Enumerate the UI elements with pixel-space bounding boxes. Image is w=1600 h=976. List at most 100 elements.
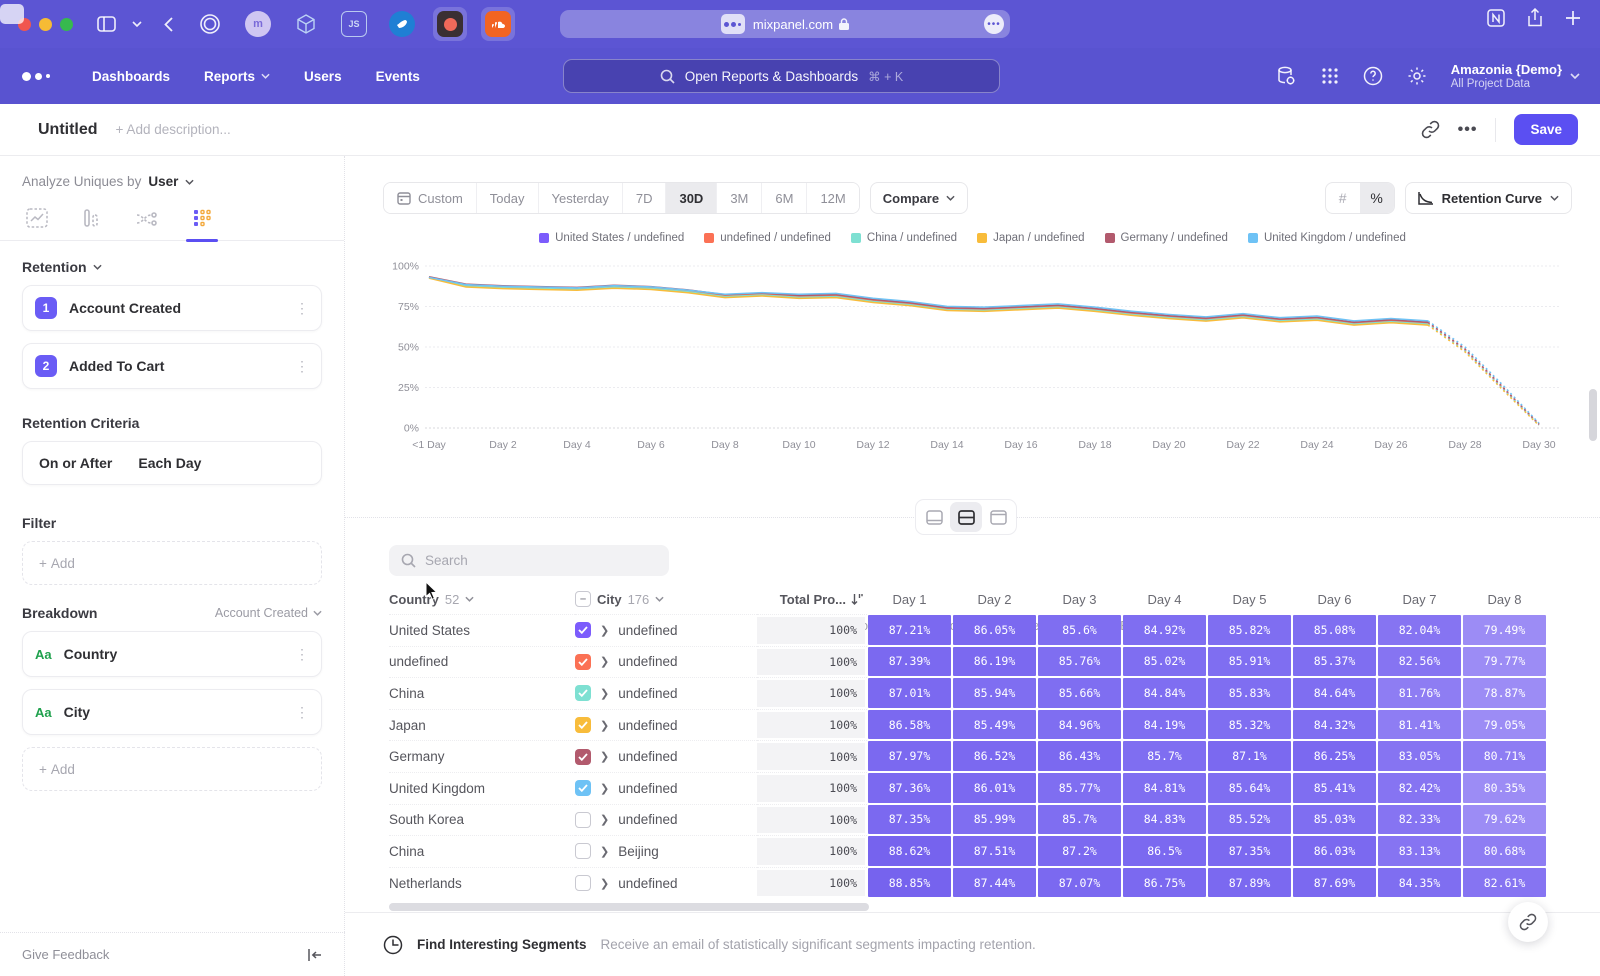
copy-link-icon[interactable] xyxy=(1421,120,1440,139)
retention-cell[interactable]: 88.62% xyxy=(867,835,952,867)
retention-cell[interactable]: 84.32% xyxy=(1292,709,1377,741)
criteria-type[interactable]: On or After xyxy=(39,455,112,471)
cube-extension-icon[interactable] xyxy=(289,7,323,41)
country-cell[interactable]: United States xyxy=(389,614,575,646)
country-cell[interactable]: China xyxy=(389,677,575,709)
retention-cell[interactable]: 79.62% xyxy=(1462,804,1547,836)
expand-chevron-icon[interactable]: ❯ xyxy=(600,655,609,668)
retention-cell[interactable]: 86.01% xyxy=(952,772,1037,804)
expand-chevron-icon[interactable]: ❯ xyxy=(600,687,609,700)
day-column-header[interactable]: Day 4 xyxy=(1122,592,1207,607)
retention-cell[interactable]: 78.87% xyxy=(1462,677,1547,709)
day-column-header[interactable]: Day 5 xyxy=(1207,592,1292,607)
expand-chevron-icon[interactable]: ❯ xyxy=(600,719,609,732)
retention-cell[interactable]: 86.5% xyxy=(1122,835,1207,867)
percent-mode-button[interactable]: % xyxy=(1360,183,1394,213)
retention-cell[interactable]: 83.05% xyxy=(1377,740,1462,772)
settings-gear-icon[interactable] xyxy=(1407,66,1427,86)
expand-chevron-icon[interactable]: ❯ xyxy=(600,813,609,826)
country-cell[interactable]: China xyxy=(389,835,575,867)
country-column-header[interactable]: Country 52 xyxy=(389,592,575,607)
city-column-header[interactable]: – City 176 xyxy=(575,591,757,607)
retention-cell[interactable]: 80.71% xyxy=(1462,740,1547,772)
retention-cell[interactable]: 85.83% xyxy=(1207,677,1292,709)
retention-cell[interactable]: 83.13% xyxy=(1377,835,1462,867)
expand-chevron-icon[interactable]: ❯ xyxy=(600,624,609,637)
retention-cell[interactable]: 85.64% xyxy=(1207,772,1292,804)
retention-cell[interactable]: 84.96% xyxy=(1037,709,1122,741)
minimize-window-button[interactable] xyxy=(39,18,52,31)
row-checkbox[interactable] xyxy=(575,717,591,733)
retention-cell[interactable]: 87.2% xyxy=(1037,835,1122,867)
retention-cell[interactable]: 85.77% xyxy=(1037,772,1122,804)
retention-cell[interactable]: 86.43% xyxy=(1037,740,1122,772)
help-icon[interactable] xyxy=(1363,66,1383,86)
tab-insights-icon[interactable] xyxy=(26,208,48,240)
row-checkbox[interactable] xyxy=(575,812,591,828)
retention-cell[interactable]: 85.7% xyxy=(1037,804,1122,836)
count-mode-button[interactable]: # xyxy=(1326,183,1360,213)
report-title[interactable]: Untitled xyxy=(38,121,98,139)
total-column-header[interactable]: Total Pro... xyxy=(757,592,867,607)
retention-cell[interactable]: 84.84% xyxy=(1122,677,1207,709)
project-switcher[interactable]: Amazonia {Demo} All Project Data xyxy=(1451,62,1580,90)
retention-cell[interactable]: 87.35% xyxy=(1207,835,1292,867)
country-cell[interactable]: United Kingdom xyxy=(389,772,575,804)
retention-step-card[interactable]: 2Added To Cart⋮ xyxy=(22,343,322,389)
breakdown-event-selector[interactable]: Account Created xyxy=(215,606,322,620)
retention-cell[interactable]: 82.61% xyxy=(1462,867,1547,899)
apps-grid-icon[interactable] xyxy=(1321,67,1339,85)
country-cell[interactable]: Japan xyxy=(389,709,575,741)
tab-funnels-icon[interactable] xyxy=(82,208,102,240)
retention-chart[interactable]: 0%25%50%75%100%<1 DayDay 2Day 4Day 6Day … xyxy=(379,252,1569,464)
retention-cell[interactable]: 87.07% xyxy=(1037,867,1122,899)
mixpanel-logo[interactable] xyxy=(22,72,50,81)
retention-cell[interactable]: 85.76% xyxy=(1037,646,1122,678)
retention-cell[interactable]: 87.01% xyxy=(867,677,952,709)
data-management-icon[interactable] xyxy=(1275,65,1297,87)
expand-chevron-icon[interactable]: ❯ xyxy=(600,845,609,858)
row-checkbox[interactable] xyxy=(575,875,591,891)
range-tab-3m[interactable]: 3M xyxy=(717,183,762,213)
retention-criteria-card[interactable]: On or After Each Day xyxy=(22,441,322,485)
nav-item-reports[interactable]: Reports xyxy=(204,69,270,84)
retention-cell[interactable]: 86.52% xyxy=(952,740,1037,772)
legend-item[interactable]: China / undefined xyxy=(851,232,957,244)
share-link-fab[interactable] xyxy=(1508,902,1548,942)
retention-cell[interactable]: 87.39% xyxy=(867,646,952,678)
day-column-header[interactable]: Day 3 xyxy=(1037,592,1122,607)
tab-retention-icon[interactable] xyxy=(192,208,212,240)
kebab-menu-icon[interactable]: ⋮ xyxy=(295,649,309,659)
kebab-menu-icon[interactable]: ⋮ xyxy=(295,303,309,313)
day-column-header[interactable]: Day 8 xyxy=(1462,592,1547,607)
retention-cell[interactable]: 84.19% xyxy=(1122,709,1207,741)
breakdown-card[interactable]: AaCountry⋮ xyxy=(22,631,322,677)
bird-extension-icon[interactable] xyxy=(385,7,419,41)
retention-cell[interactable]: 84.81% xyxy=(1122,772,1207,804)
nav-item-users[interactable]: Users xyxy=(304,69,342,84)
layout-split-button[interactable] xyxy=(950,502,982,532)
url-bar[interactable]: mixpanel.com ••• xyxy=(560,10,1010,38)
retention-cell[interactable]: 84.35% xyxy=(1377,867,1462,899)
retention-cell[interactable]: 85.32% xyxy=(1207,709,1292,741)
nav-item-dashboards[interactable]: Dashboards xyxy=(92,69,170,84)
country-cell[interactable]: South Korea xyxy=(389,804,575,836)
analyze-value[interactable]: User xyxy=(148,174,178,189)
retention-cell[interactable]: 79.77% xyxy=(1462,646,1547,678)
retention-cell[interactable]: 87.69% xyxy=(1292,867,1377,899)
retention-cell[interactable]: 86.05% xyxy=(952,614,1037,646)
retention-cell[interactable]: 81.76% xyxy=(1377,677,1462,709)
collapse-sidebar-icon[interactable] xyxy=(307,948,323,962)
retention-cell[interactable]: 82.42% xyxy=(1377,772,1462,804)
retention-cell[interactable]: 85.91% xyxy=(1207,646,1292,678)
retention-cell[interactable]: 87.35% xyxy=(867,804,952,836)
retention-cell[interactable]: 85.99% xyxy=(952,804,1037,836)
share-icon[interactable] xyxy=(1526,8,1544,28)
chart-type-dropdown[interactable]: Retention Curve xyxy=(1405,182,1572,214)
retention-cell[interactable]: 86.75% xyxy=(1122,867,1207,899)
retention-cell[interactable]: 85.41% xyxy=(1292,772,1377,804)
retention-cell[interactable]: 87.89% xyxy=(1207,867,1292,899)
retention-cell[interactable]: 88.85% xyxy=(867,867,952,899)
retention-cell[interactable]: 80.35% xyxy=(1462,772,1547,804)
segments-title[interactable]: Find Interesting Segments xyxy=(417,937,587,952)
